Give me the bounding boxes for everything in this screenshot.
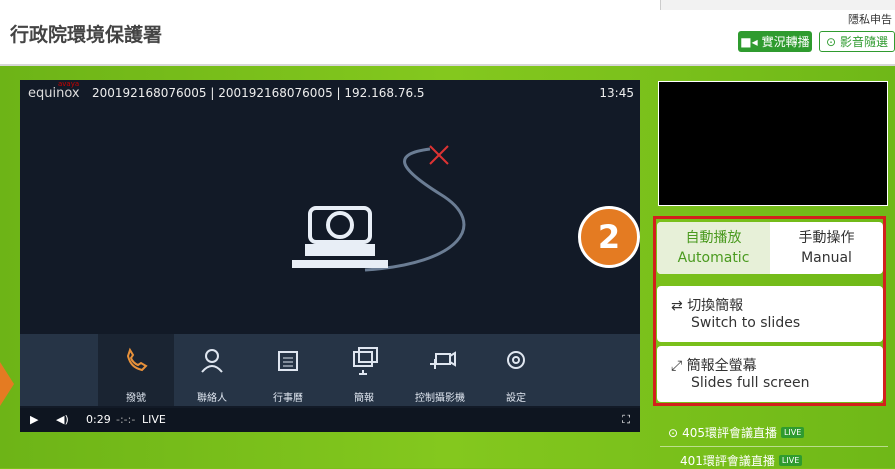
fullscreen-icon[interactable]: ⛶: [622, 413, 630, 427]
swap-arrows-icon: ⇄: [671, 298, 683, 314]
toolbar-dial[interactable]: 撥號: [98, 334, 174, 406]
duration: -:-:-: [116, 413, 136, 426]
toolbar-slides[interactable]: 簡報: [326, 334, 402, 406]
connection-info: 200192168076005 | 200192168076005 | 192.…: [92, 86, 425, 100]
player-controls: ▶ ◀) 0:29 -:-:- LIVE ⛶: [20, 408, 640, 432]
play-circle-icon: ⊙: [825, 34, 837, 49]
mode-toggle: 自動播放 Automatic 手動操作 Manual: [657, 222, 883, 274]
list-divider: [660, 446, 888, 447]
expand-icon: ⤢: [671, 358, 683, 374]
toolbar-camera-control[interactable]: 控制攝影機: [402, 334, 478, 406]
toolbar-contacts[interactable]: 聯絡人: [174, 334, 250, 406]
camera-control-icon: [430, 351, 456, 369]
person-icon: [201, 349, 223, 373]
toolbar-calendar[interactable]: 行事曆: [250, 334, 326, 406]
player-info-bar: equinox avaya 200192168076005 | 20019216…: [20, 80, 640, 104]
header-bar: 行政院環境保護署 隱私申告 ■◂ 實況轉播 ⊙ 影音隨選: [0, 0, 895, 66]
page-title: 行政院環境保護署: [10, 24, 163, 46]
video-on-demand-button[interactable]: ⊙ 影音隨選: [819, 31, 895, 52]
player-toolbar: 撥號 聯絡人 行事曆 簡報 控制攝影機 設定: [20, 334, 640, 406]
play-circle-icon: ⊙: [668, 425, 679, 440]
phone-icon: [126, 347, 148, 372]
video-player[interactable]: equinox avaya 200192168076005 | 20019216…: [20, 80, 640, 432]
elapsed-time: 0:29: [86, 413, 111, 426]
slides-fullscreen-button[interactable]: ⤢ 簡報全螢幕 Slides full screen: [657, 346, 883, 402]
privacy-link[interactable]: 隱私申告: [848, 11, 892, 27]
volume-icon[interactable]: ◀): [56, 413, 69, 426]
presentation-icon: [353, 347, 378, 375]
toolbar-settings[interactable]: 設定: [478, 334, 554, 406]
orange-pointer: [0, 362, 14, 406]
camera-icon: ■◂: [740, 34, 758, 49]
step-badge: 2: [578, 206, 640, 268]
live-item-401[interactable]: 401環評會議直播 LIVE: [680, 452, 803, 469]
header-notch: [660, 0, 895, 10]
manual-mode-button[interactable]: 手動操作 Manual: [770, 222, 883, 274]
switch-to-slides-button[interactable]: ⇄ 切換簡報 Switch to slides: [657, 286, 883, 342]
live-item-405[interactable]: ⊙ 405環評會議直播 LIVE: [668, 424, 805, 441]
camera-illustration: [292, 145, 466, 272]
slides-preview[interactable]: [658, 81, 888, 206]
equinox-logo: equinox: [28, 86, 80, 101]
live-indicator: LIVE: [142, 413, 166, 426]
avaya-logo: avaya: [58, 80, 80, 88]
gear-icon: [507, 351, 525, 369]
calendar-icon: [278, 351, 298, 371]
live-broadcast-button[interactable]: ■◂ 實況轉播: [738, 31, 812, 52]
auto-mode-button[interactable]: 自動播放 Automatic: [657, 222, 770, 274]
play-icon[interactable]: ▶: [30, 413, 38, 426]
clock: 13:45: [599, 86, 634, 100]
